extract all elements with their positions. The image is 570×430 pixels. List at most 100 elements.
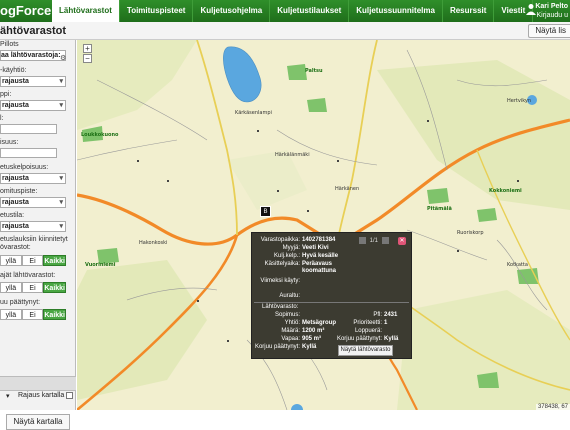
field-value: 1 <box>384 320 388 326</box>
option-all[interactable]: Kaikki <box>43 255 66 266</box>
delivery-point-select[interactable]: rajausta <box>0 197 66 208</box>
nav-tab-kuljetussuunnitelma[interactable]: Kuljetussuunnitelma <box>349 0 443 22</box>
field-label: Korjuu päättynyt: <box>254 344 300 350</box>
own-storages-label: ajät lähtövarastot: <box>0 272 56 279</box>
field-label: Viimeksi käyty: <box>260 278 300 284</box>
filters-heading: Pillots <box>0 41 19 48</box>
field-value: Hyvä kesälle <box>302 253 339 259</box>
filter-sidebar: Pillots aa lähtövarastoja: ⚙ -käyhtiö: r… <box>0 40 76 430</box>
field-label: Sopimus: <box>274 312 300 318</box>
gear-icon[interactable]: ⚙ <box>60 54 66 62</box>
option-all[interactable]: Kaikki <box>43 309 66 320</box>
nav-tab-kuljetusohjelma[interactable]: Kuljetusohjelma <box>193 0 271 22</box>
map-place-label: Kotkatta <box>507 262 528 268</box>
field-label: Määrä: <box>281 328 300 334</box>
page-header: ähtövarastot Näytä lis <box>0 22 570 40</box>
own-storages-toggle: yllä Ei Kaikki <box>0 282 66 293</box>
field-value: Kyllä <box>384 336 399 342</box>
field-value: 2431 <box>384 312 398 318</box>
popup-divider <box>254 302 409 303</box>
field-label: Auraltu: <box>279 293 300 299</box>
name-input[interactable] <box>0 124 57 134</box>
map-place-label: Härkänen <box>335 186 360 192</box>
map-place-label: Härkälänmäki <box>275 152 310 158</box>
coordinate-readout: 378438, 67 <box>535 404 570 410</box>
option-all[interactable]: Kaikki <box>43 282 66 293</box>
zoom-in-button[interactable]: + <box>83 44 92 53</box>
filter-preset-select[interactable]: aa lähtövarastoja: <box>0 50 66 61</box>
show-more-button[interactable]: Näytä lis <box>528 24 570 38</box>
field-value: 905 m³ <box>302 336 322 342</box>
nav-tab-toimituspisteet[interactable]: Toimituspisteet <box>120 0 194 22</box>
harvest-ended-label: uu päättynyt: <box>0 299 41 306</box>
harvest-ended-toggle: yllä Ei Kaikki <box>0 309 66 320</box>
dropdown-icon: ▾ <box>6 393 10 400</box>
type-select[interactable]: rajausta <box>0 100 66 111</box>
next-page-button[interactable] <box>381 237 389 244</box>
map-bounds-checkbox[interactable] <box>66 392 73 399</box>
show-on-map-button[interactable]: Näytä kartalla <box>6 414 70 430</box>
map-place-label: Kärkäsenlampi <box>235 110 272 116</box>
transport-status-label: etustila: <box>0 212 25 219</box>
map-bounds-filter[interactable]: ▾ Rajaus kartalla <box>0 389 76 403</box>
nav-tab-lahtovarastot[interactable]: Lähtövarastot <box>52 0 120 22</box>
nav-tab-resurssit[interactable]: Resurssit <box>443 0 495 22</box>
page-title: ähtövarastot <box>0 25 67 37</box>
show-storage-button[interactable]: Näytä lähtövarasto <box>338 345 393 356</box>
company-select[interactable]: rajausta <box>0 76 66 87</box>
delivery-point-label: omituspiste: <box>0 188 38 195</box>
close-icon[interactable]: ✕ <box>398 237 406 245</box>
user-name: Kari Pelto <box>535 3 568 10</box>
map-place-label: Paltsu <box>305 68 323 74</box>
map-place-label: Loukkokuono <box>81 132 119 138</box>
field-value: 1402781384 <box>302 237 336 243</box>
field-value: Veeti Kivi <box>302 245 329 251</box>
company-label: -käyhtiö: <box>0 67 27 74</box>
zoom-out-button[interactable]: − <box>83 54 92 63</box>
option-no[interactable]: Ei <box>21 282 44 293</box>
field-label: Vapaa: <box>281 336 300 342</box>
size-input[interactable] <box>0 148 57 158</box>
storage-info-popup: 1/1 ✕ Varastopaikka: 1402781384 Myyjä: V… <box>251 232 412 359</box>
map-bounds-label: Rajaus kartalla <box>18 392 65 399</box>
option-yes[interactable]: yllä <box>0 255 22 266</box>
map-view[interactable]: Kärkäsenlampi Paltsu Härkänen Härkälänmä… <box>77 40 570 410</box>
option-no[interactable]: Ei <box>21 309 44 320</box>
field-value: Metsägroup <box>302 320 337 326</box>
map-place-label: Vuoriniemi <box>85 262 116 268</box>
transport-fitness-select[interactable]: rajausta <box>0 173 66 184</box>
popup-pager: 1/1 <box>359 237 389 245</box>
field-label: Prioriteetti: <box>353 320 382 326</box>
option-yes[interactable]: yllä <box>0 309 22 320</box>
attached-storages-toggle: yllä Ei Kaikki <box>0 255 66 266</box>
field-value: 1200 m³ <box>302 328 325 334</box>
field-label: Kulj.kelp.: <box>273 253 300 259</box>
field-label: Käsittelyaika: <box>264 261 300 267</box>
main-nav: Lähtövarastot Toimituspisteet Kuljetusoh… <box>52 0 534 22</box>
storage-marker[interactable]: B <box>260 206 271 217</box>
transport-status-select[interactable]: rajausta <box>0 221 66 232</box>
field-value: Kyllä <box>302 344 317 350</box>
field-label: Loppuerä: <box>354 328 382 334</box>
option-yes[interactable]: yllä <box>0 282 22 293</box>
map-place-label: Ruoriskorp <box>457 230 484 236</box>
prev-page-button[interactable] <box>359 237 366 244</box>
option-no[interactable]: Ei <box>21 255 44 266</box>
page-indicator: 1/1 <box>369 238 379 245</box>
field-label: Pfl: <box>373 312 382 318</box>
map-place-label: Kokkoniemi <box>489 188 522 194</box>
logout-link[interactable]: Kirjaudu u <box>535 11 568 20</box>
map-place-label: Pitämälä <box>427 206 452 212</box>
field-label: Myyjä: <box>282 245 300 251</box>
map-place-label: Hertvikyn <box>507 98 532 104</box>
user-info[interactable]: Kari Pelto Kirjaudu u <box>535 2 570 20</box>
field-value: Peräavaus koomattuna <box>302 261 337 274</box>
app-logo[interactable]: ogForce <box>0 3 51 18</box>
nav-tab-kuljetustilaukset[interactable]: Kuljetustilaukset <box>270 0 350 22</box>
size-label: isuus: <box>0 139 19 146</box>
storage-heading: Lähtövarasto: <box>262 304 299 310</box>
collapse-handle[interactable] <box>0 376 76 391</box>
type-label: ppi: <box>0 91 12 98</box>
field-label: Korjuu päättynyt: <box>336 336 382 342</box>
field-label: Yhtiö: <box>284 320 300 326</box>
